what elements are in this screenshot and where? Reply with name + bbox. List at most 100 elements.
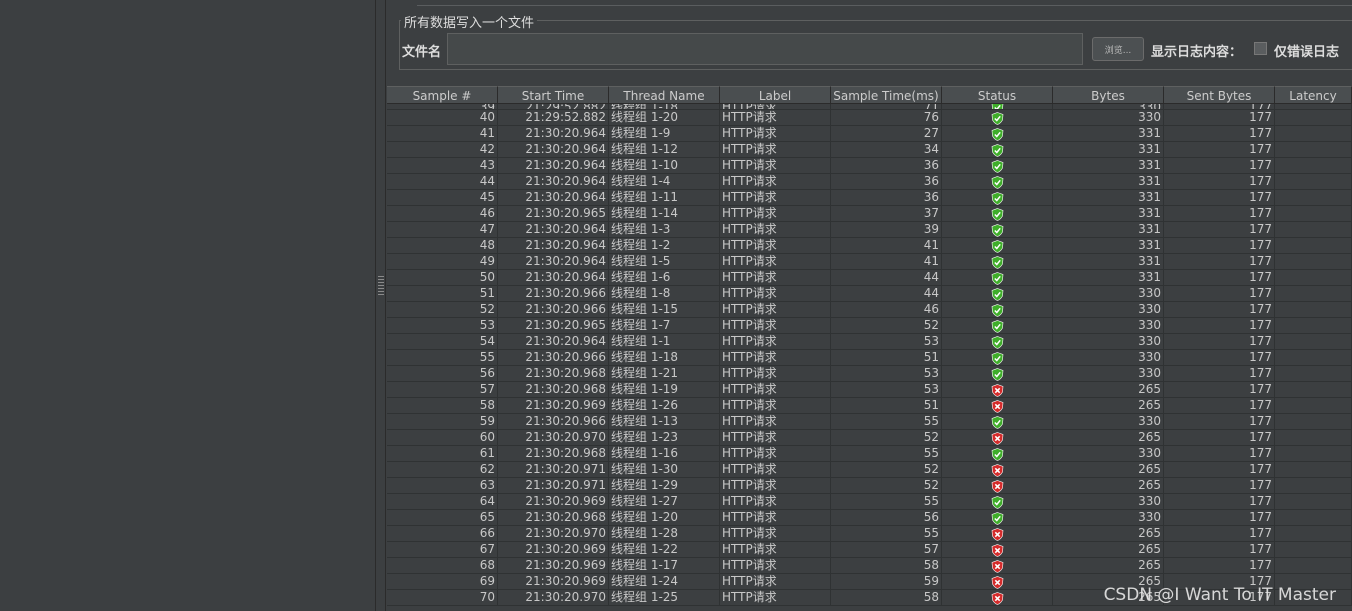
cell-sample: 51	[387, 286, 498, 302]
cell-latency	[1275, 510, 1352, 526]
results-table[interactable]: Sample #Start TimeThread NameLabelSample…	[387, 86, 1352, 611]
cell-label: HTTP请求	[720, 238, 831, 254]
cell-sent-bytes: 177	[1164, 478, 1275, 494]
cell-latency	[1275, 318, 1352, 334]
cell-sent-bytes: 177	[1164, 318, 1275, 334]
cell-sent-bytes: 177	[1164, 206, 1275, 222]
column-header[interactable]: Start Time	[498, 86, 609, 104]
table-row[interactable]: 4921:30:20.964线程组 1-5HTTP请求41331177	[387, 254, 1352, 270]
cell-sample-time: 36	[831, 190, 942, 206]
table-row[interactable]: 4121:30:20.964线程组 1-9HTTP请求27331177	[387, 126, 1352, 142]
column-header[interactable]: Thread Name	[609, 86, 720, 104]
cell-thread-name: 线程组 1-5	[609, 254, 720, 270]
column-header[interactable]: Status	[942, 86, 1053, 104]
table-row[interactable]: 5221:30:20.966线程组 1-15HTTP请求46330177	[387, 302, 1352, 318]
cell-sample-time: 41	[831, 254, 942, 270]
table-row[interactable]: 5321:30:20.965线程组 1-7HTTP请求52330177	[387, 318, 1352, 334]
table-row[interactable]: 5121:30:20.966线程组 1-8HTTP请求44330177	[387, 286, 1352, 302]
cell-sample-time: 36	[831, 158, 942, 174]
cell-sent-bytes: 177	[1164, 238, 1275, 254]
cell-status	[942, 446, 1053, 462]
browse-button[interactable]: 浏览...	[1092, 37, 1144, 61]
cell-bytes: 330	[1053, 302, 1164, 318]
cell-bytes: 265	[1053, 558, 1164, 574]
column-header[interactable]: Label	[720, 86, 831, 104]
column-header[interactable]: Sample Time(ms)	[831, 86, 942, 104]
cell-label: HTTP请求	[720, 526, 831, 542]
cell-sample-time: 34	[831, 142, 942, 158]
cell-bytes: 330	[1053, 510, 1164, 526]
cell-label: HTTP请求	[720, 110, 831, 126]
errors-only-label[interactable]: 仅错误日志	[1274, 41, 1339, 60]
success-shield-icon	[991, 128, 1004, 141]
table-row[interactable]: 4321:30:20.964线程组 1-10HTTP请求36331177	[387, 158, 1352, 174]
table-row[interactable]: 5721:30:20.968线程组 1-19HTTP请求53265177	[387, 382, 1352, 398]
table-row[interactable]: 6821:30:20.969线程组 1-17HTTP请求58265177	[387, 558, 1352, 574]
cell-sample: 44	[387, 174, 498, 190]
column-header[interactable]: Sample #	[387, 86, 498, 104]
cell-label: HTTP请求	[720, 414, 831, 430]
cell-label: HTTP请求	[720, 558, 831, 574]
table-row[interactable]: 5621:30:20.968线程组 1-21HTTP请求53330177	[387, 366, 1352, 382]
cell-thread-name: 线程组 1-8	[609, 286, 720, 302]
table-row[interactable]: 4821:30:20.964线程组 1-2HTTP请求41331177	[387, 238, 1352, 254]
cell-status	[942, 398, 1053, 414]
table-row[interactable]: 4021:29:52.882线程组 1-20HTTP请求76330177	[387, 110, 1352, 126]
table-row[interactable]: 4221:30:20.964线程组 1-12HTTP请求34331177	[387, 142, 1352, 158]
cell-sample: 65	[387, 510, 498, 526]
cell-bytes: 331	[1053, 206, 1164, 222]
cell-start-time: 21:30:20.966	[498, 302, 609, 318]
column-header[interactable]: Bytes	[1053, 86, 1164, 104]
filename-input[interactable]	[447, 33, 1083, 65]
cell-start-time: 21:30:20.971	[498, 462, 609, 478]
cell-sample-time: 52	[831, 478, 942, 494]
left-tree-pane[interactable]	[0, 0, 376, 611]
table-header: Sample #Start TimeThread NameLabelSample…	[387, 86, 1352, 104]
cell-sample-time: 36	[831, 174, 942, 190]
cell-latency	[1275, 222, 1352, 238]
table-row[interactable]: 5521:30:20.966线程组 1-18HTTP请求51330177	[387, 350, 1352, 366]
cell-latency	[1275, 158, 1352, 174]
cell-start-time: 21:30:20.969	[498, 558, 609, 574]
cell-thread-name: 线程组 1-1	[609, 334, 720, 350]
table-row[interactable]: 6521:30:20.968线程组 1-20HTTP请求56330177	[387, 510, 1352, 526]
table-row[interactable]: 6621:30:20.970线程组 1-28HTTP请求55265177	[387, 526, 1352, 542]
splitter-grip-icon[interactable]	[378, 276, 384, 296]
cell-bytes: 265	[1053, 542, 1164, 558]
table-row[interactable]: 5921:30:20.966线程组 1-13HTTP请求55330177	[387, 414, 1352, 430]
table-row[interactable]: 6721:30:20.969线程组 1-22HTTP请求57265177	[387, 542, 1352, 558]
column-header[interactable]: Latency	[1275, 86, 1352, 104]
table-row[interactable]: 4721:30:20.964线程组 1-3HTTP请求39331177	[387, 222, 1352, 238]
table-row[interactable]: 6421:30:20.969线程组 1-27HTTP请求55330177	[387, 494, 1352, 510]
table-row[interactable]: 4421:30:20.964线程组 1-4HTTP请求36331177	[387, 174, 1352, 190]
table-body[interactable]: 3921:29:52.882线程组 1-18HTTP请求713301774021…	[387, 104, 1352, 606]
cell-status	[942, 414, 1053, 430]
cell-status	[942, 590, 1053, 606]
errors-only-checkbox[interactable]	[1254, 42, 1267, 55]
cell-thread-name: 线程组 1-14	[609, 206, 720, 222]
pane-splitter[interactable]	[376, 0, 386, 611]
cell-bytes: 330	[1053, 494, 1164, 510]
column-header[interactable]: Sent Bytes	[1164, 86, 1275, 104]
cell-sample: 48	[387, 238, 498, 254]
table-row[interactable]: 6121:30:20.968线程组 1-16HTTP请求55330177	[387, 446, 1352, 462]
cell-label: HTTP请求	[720, 270, 831, 286]
table-row[interactable]: 6221:30:20.971线程组 1-30HTTP请求52265177	[387, 462, 1352, 478]
cell-status	[942, 462, 1053, 478]
cell-sample: 64	[387, 494, 498, 510]
cell-thread-name: 线程组 1-19	[609, 382, 720, 398]
cell-sent-bytes: 177	[1164, 350, 1275, 366]
table-row[interactable]: 6021:30:20.970线程组 1-23HTTP请求52265177	[387, 430, 1352, 446]
cell-bytes: 331	[1053, 238, 1164, 254]
table-row[interactable]: 5021:30:20.964线程组 1-6HTTP请求44331177	[387, 270, 1352, 286]
cell-latency	[1275, 126, 1352, 142]
table-row[interactable]: 5821:30:20.969线程组 1-26HTTP请求51265177	[387, 398, 1352, 414]
success-shield-icon	[991, 112, 1004, 125]
table-row[interactable]: 4521:30:20.964线程组 1-11HTTP请求36331177	[387, 190, 1352, 206]
cell-bytes: 265	[1053, 382, 1164, 398]
table-row[interactable]: 5421:30:20.964线程组 1-1HTTP请求53330177	[387, 334, 1352, 350]
table-row[interactable]: 6321:30:20.971线程组 1-29HTTP请求52265177	[387, 478, 1352, 494]
cell-sample-time: 56	[831, 510, 942, 526]
table-row[interactable]: 4621:30:20.965线程组 1-14HTTP请求37331177	[387, 206, 1352, 222]
cell-start-time: 21:30:20.968	[498, 366, 609, 382]
